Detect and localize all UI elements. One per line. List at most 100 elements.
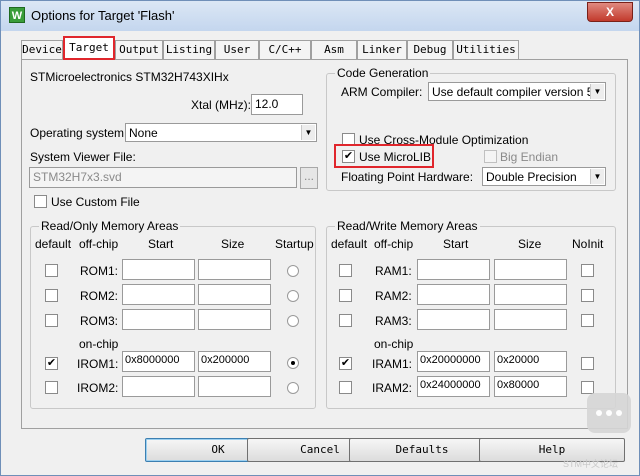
rom1-start-input[interactable] <box>122 259 195 280</box>
tab-user[interactable]: User <box>215 40 259 59</box>
iram2-default-checkbox[interactable] <box>339 381 352 394</box>
svd-label: System Viewer File: <box>30 150 136 164</box>
irom1-start-input[interactable]: 0x8000000 <box>122 351 195 372</box>
irom1-default-checkbox[interactable]: ✔ <box>45 357 58 370</box>
rw-header-start: Start <box>443 237 469 251</box>
rom3-label: ROM3: <box>80 314 119 328</box>
iram2-size-input[interactable]: 0x80000 <box>494 376 567 397</box>
rw-memory-title: Read/Write Memory Areas <box>335 219 480 233</box>
tab-output[interactable]: Output <box>115 40 163 59</box>
iram1-noinit-checkbox[interactable] <box>581 357 594 370</box>
ro-header-startup: Startup <box>275 237 314 251</box>
microlib-label: Use MicroLIB <box>359 150 432 164</box>
ram3-noinit-checkbox[interactable] <box>581 314 594 327</box>
code-generation-title: Code Generation <box>335 66 431 80</box>
rw-onchip-label: on-chip <box>374 337 414 351</box>
svd-input[interactable]: STM32H7x3.svd <box>29 167 297 188</box>
iram2-label: IRAM2: <box>372 381 413 395</box>
big-endian-label: Big Endian <box>500 150 559 164</box>
ram3-start-input[interactable] <box>417 309 490 330</box>
tab-target[interactable]: Target <box>63 36 115 60</box>
rom3-start-input[interactable] <box>122 309 195 330</box>
rom3-default-checkbox[interactable] <box>45 314 58 327</box>
tab-asm[interactable]: Asm <box>311 40 357 59</box>
rom2-size-input[interactable] <box>198 284 271 305</box>
ram3-default-checkbox[interactable] <box>339 314 352 327</box>
tab-linker[interactable]: Linker <box>357 40 407 59</box>
rw-header-default: default <box>331 237 368 251</box>
title-bar[interactable]: W Options for Target 'Flash' X <box>1 1 639 31</box>
iram1-label: IRAM1: <box>372 357 413 371</box>
xtal-label: Xtal (MHz): <box>191 98 251 112</box>
ram2-size-input[interactable] <box>494 284 567 305</box>
irom2-size-input[interactable] <box>198 376 271 397</box>
tab-device[interactable]: Device <box>21 40 63 59</box>
iram1-default-checkbox[interactable]: ✔ <box>339 357 352 370</box>
os-label: Operating system: <box>30 126 128 140</box>
chat-bubble-watermark-icon <box>587 393 631 433</box>
arm-compiler-value: Use default compiler version 5 <box>432 85 594 99</box>
arm-compiler-label: ARM Compiler: <box>341 85 423 99</box>
ram2-default-checkbox[interactable] <box>339 289 352 302</box>
rom1-startup-radio[interactable] <box>287 265 299 277</box>
irom1-startup-radio[interactable] <box>287 357 299 369</box>
irom2-startup-radio[interactable] <box>287 382 299 394</box>
rom1-default-checkbox[interactable] <box>45 264 58 277</box>
irom1-label: IROM1: <box>77 357 119 371</box>
rom2-default-checkbox[interactable] <box>45 289 58 302</box>
os-select[interactable]: None ▼ <box>125 123 317 142</box>
options-dialog: W Options for Target 'Flash' X Device Ta… <box>0 0 640 476</box>
rom3-startup-radio[interactable] <box>287 315 299 327</box>
ro-memory-title: Read/Only Memory Areas <box>39 219 181 233</box>
tab-c-cpp[interactable]: C/C++ <box>259 40 311 59</box>
rom2-start-input[interactable] <box>122 284 195 305</box>
iram1-size-input[interactable]: 0x20000 <box>494 351 567 372</box>
ram2-noinit-checkbox[interactable] <box>581 289 594 302</box>
ro-onchip-label: on-chip <box>79 337 119 351</box>
ro-header-default: default <box>35 237 72 251</box>
svd-browse-button[interactable]: ... <box>300 167 318 189</box>
ram3-size-input[interactable] <box>494 309 567 330</box>
iram1-start-input[interactable]: 0x20000000 <box>417 351 490 372</box>
xtal-input[interactable]: 12.0 <box>251 94 303 115</box>
ro-header-start: Start <box>148 237 174 251</box>
use-custom-file-label: Use Custom File <box>51 195 140 209</box>
irom2-label: IROM2: <box>77 381 119 395</box>
irom2-start-input[interactable] <box>122 376 195 397</box>
ram1-noinit-checkbox[interactable] <box>581 264 594 277</box>
tab-utilities[interactable]: Utilities <box>453 40 519 59</box>
irom1-size-input[interactable]: 0x200000 <box>198 351 271 372</box>
fp-hardware-value: Double Precision <box>486 170 577 184</box>
arm-compiler-select[interactable]: Use default compiler version 5 ▼ <box>428 82 606 101</box>
ram1-start-input[interactable] <box>417 259 490 280</box>
rw-header-size: Size <box>518 237 542 251</box>
ram1-size-input[interactable] <box>494 259 567 280</box>
irom2-default-checkbox[interactable] <box>45 381 58 394</box>
iram2-start-input[interactable]: 0x24000000 <box>417 376 490 397</box>
close-button[interactable]: X <box>587 2 633 22</box>
rom3-size-input[interactable] <box>198 309 271 330</box>
iram2-noinit-checkbox[interactable] <box>581 381 594 394</box>
microlib-checkbox[interactable]: ✔ <box>342 150 355 163</box>
device-name: STMicroelectronics STM32H743XIHx <box>30 70 229 84</box>
ram3-label: RAM3: <box>375 314 412 328</box>
ro-header-size: Size <box>221 237 245 251</box>
watermark-text: STM中文论坛 <box>563 459 618 469</box>
use-custom-file-checkbox[interactable] <box>34 195 47 208</box>
ram1-label: RAM1: <box>375 264 412 278</box>
fp-hardware-label: Floating Point Hardware: <box>341 170 474 184</box>
tab-debug[interactable]: Debug <box>407 40 453 59</box>
tab-listing[interactable]: Listing <box>163 40 215 59</box>
rom2-startup-radio[interactable] <box>287 290 299 302</box>
ram2-start-input[interactable] <box>417 284 490 305</box>
chevron-down-icon: ▼ <box>590 84 604 99</box>
defaults-button[interactable]: Defaults <box>349 438 495 462</box>
chevron-down-icon: ▼ <box>301 125 315 140</box>
rom1-size-input[interactable] <box>198 259 271 280</box>
app-icon: W <box>9 7 25 23</box>
os-select-value: None <box>129 126 158 140</box>
fp-hardware-select[interactable]: Double Precision ▼ <box>482 167 606 186</box>
big-endian-checkbox[interactable] <box>484 150 497 163</box>
rw-header-offchip: off-chip <box>374 237 414 251</box>
ram1-default-checkbox[interactable] <box>339 264 352 277</box>
